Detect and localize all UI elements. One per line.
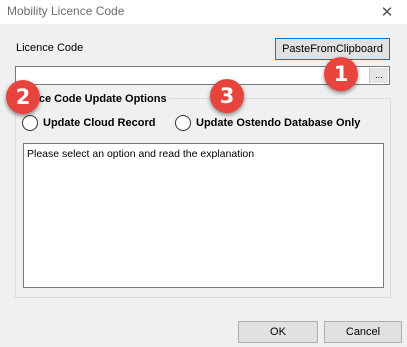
ellipsis-button[interactable]: ... [369, 68, 388, 83]
cancel-button[interactable]: Cancel [324, 321, 402, 343]
ok-button[interactable]: OK [238, 321, 318, 343]
radio-circle-icon[interactable] [175, 115, 191, 131]
licence-code-label: Licence Code [16, 42, 84, 54]
update-cloud-record-label: Update Cloud Record [43, 117, 156, 129]
annotation-badge-3: 3 [210, 79, 244, 113]
update-options-group: ence Code Update Options Update Cloud Re… [15, 93, 391, 298]
radio-circle-icon[interactable] [22, 115, 38, 131]
paste-from-clipboard-button[interactable]: PasteFromClipboard [275, 38, 390, 60]
annotation-badge-1: 1 [324, 57, 358, 91]
update-options-title: ence Code Update Options [24, 93, 169, 105]
update-cloud-record-radio[interactable]: Update Cloud Record [22, 115, 155, 131]
title-bar: Mobility Licence Code ✕ [0, 0, 407, 24]
explanation-box[interactable]: Please select an option and read the exp… [23, 143, 384, 288]
update-ostendo-database-label: Update Ostendo Database Only [196, 117, 361, 129]
close-icon[interactable]: ✕ [375, 1, 399, 23]
window-title: Mobility Licence Code [7, 4, 125, 18]
annotation-badge-2: 2 [6, 80, 40, 114]
update-ostendo-database-radio[interactable]: Update Ostendo Database Only [175, 115, 360, 131]
